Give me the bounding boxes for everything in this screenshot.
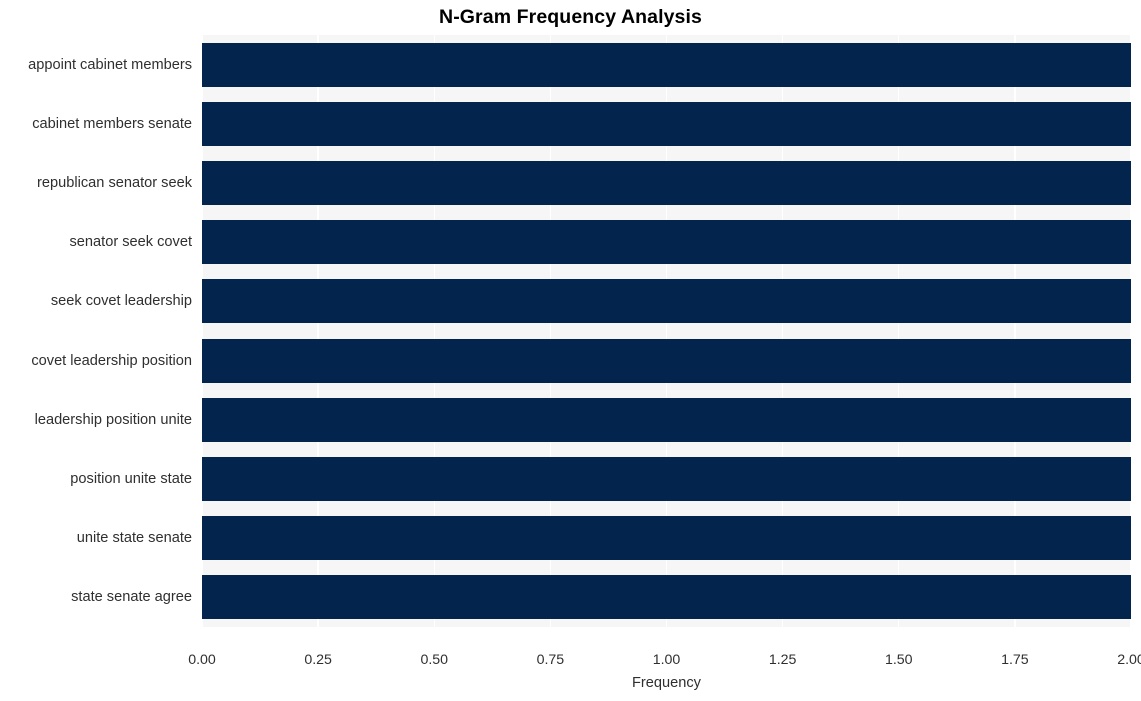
x-axis-tick-label: 0.25	[304, 652, 332, 668]
bar[interactable]	[202, 457, 1131, 501]
chart-title: N-Gram Frequency Analysis	[439, 6, 702, 28]
x-axis-tick-label: 1.00	[652, 652, 681, 668]
x-axis-tick-label: 0.00	[188, 652, 216, 668]
y-axis-tick-label: covet leadership position	[31, 352, 192, 369]
y-axis-tick-label: seek covet leadership	[50, 293, 192, 310]
x-axis-tick-label: 0.75	[536, 652, 565, 668]
y-axis-tick-label: senator seek covet	[69, 234, 193, 251]
y-axis-tick-label: state senate agree	[71, 589, 192, 606]
x-axis-tick-label: 1.25	[768, 652, 797, 668]
x-axis-tick-labels: 0.00 0.25 0.50 0.75 1.00 1.25 1.50 1.75 2.00	[0, 652, 1141, 674]
bar[interactable]	[202, 220, 1131, 265]
bar[interactable]	[202, 516, 1131, 561]
bar[interactable]	[202, 161, 1131, 205]
y-axis-tick-label: cabinet members senate	[32, 115, 192, 132]
y-axis-tick-label: appoint cabinet members	[28, 56, 192, 73]
y-axis-tick-label: unite state senate	[76, 530, 192, 547]
bars-layer	[202, 35, 1131, 627]
bar[interactable]	[202, 101, 1131, 146]
bar[interactable]	[202, 279, 1131, 324]
y-axis-tick-label: republican senator seek	[37, 175, 192, 191]
x-axis-tick-label: 0.50	[420, 652, 449, 668]
bar[interactable]	[202, 575, 1131, 620]
x-axis-tick-label: 2.00	[1117, 652, 1141, 668]
x-axis-tick-label: 1.75	[1001, 652, 1029, 668]
y-axis-tick-label: position unite state	[70, 471, 192, 487]
x-axis-title: Frequency	[632, 675, 701, 691]
chart-figure: N-Gram Frequency Analysis appoint cabine…	[0, 0, 1141, 701]
bar[interactable]	[202, 42, 1131, 87]
bar[interactable]	[202, 338, 1131, 383]
x-axis-tick-label: 1.50	[884, 652, 913, 668]
bar[interactable]	[202, 397, 1131, 442]
y-axis-tick-labels: appoint cabinet members cabinet members s…	[0, 35, 192, 627]
plot-area	[201, 35, 1132, 627]
y-axis-tick-label: leadership position unite	[34, 411, 192, 428]
